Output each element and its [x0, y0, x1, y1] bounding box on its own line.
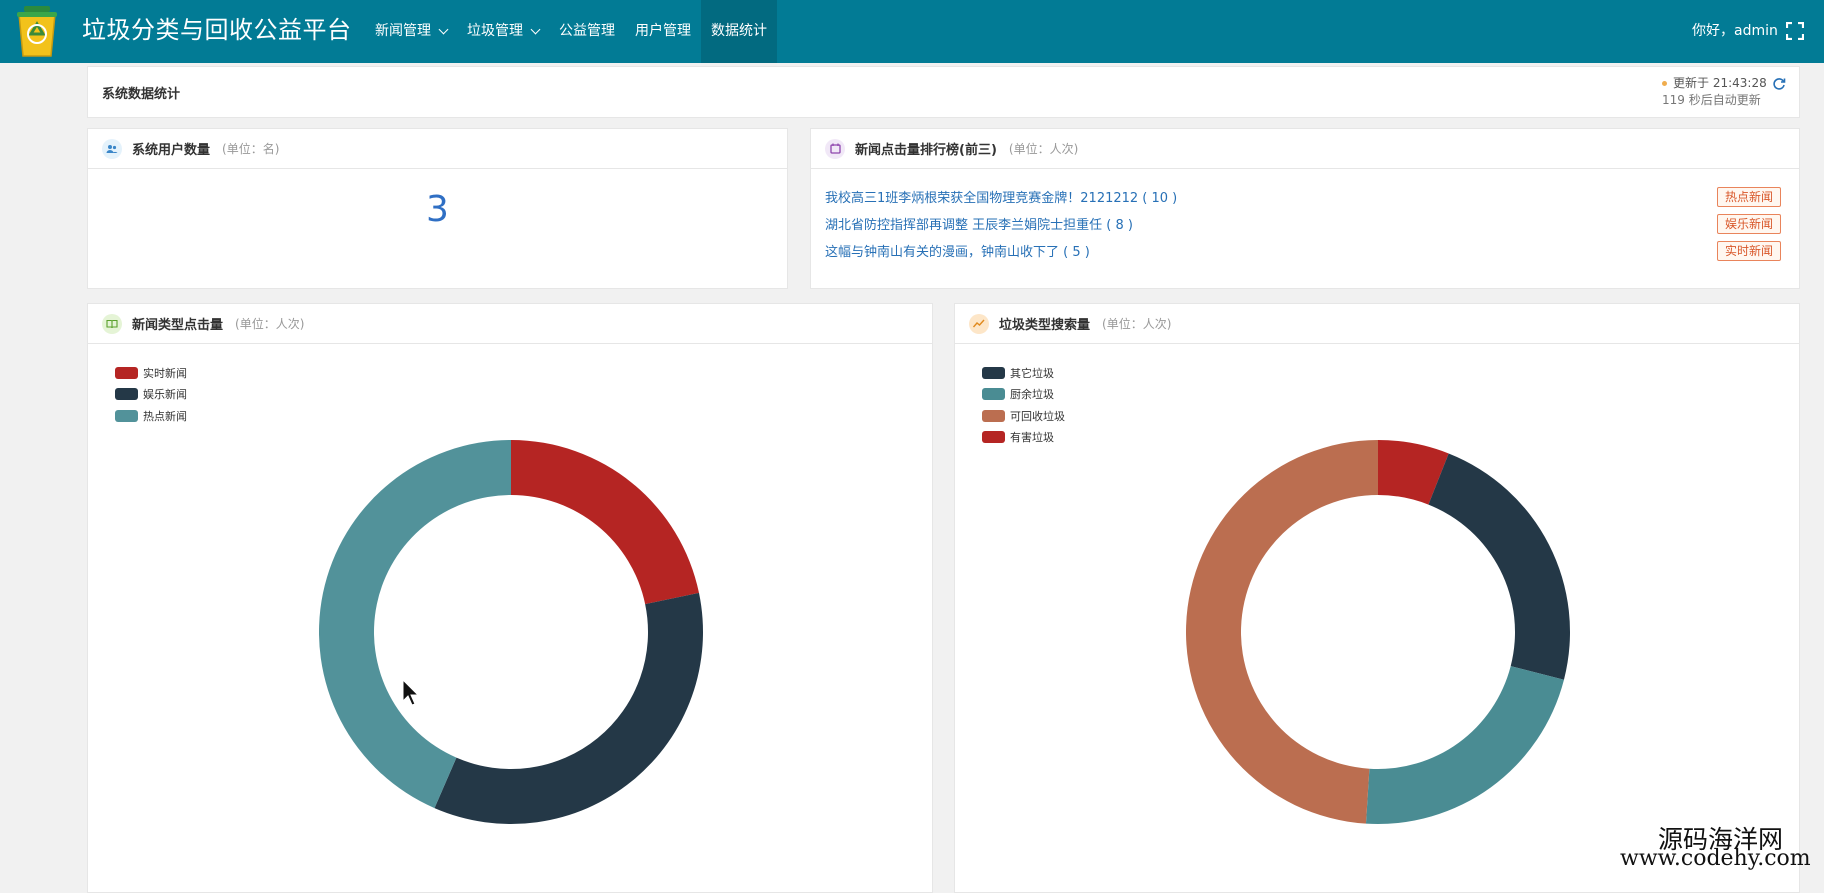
news-link[interactable]: 这幅与钟南山有关的漫画，钟南山收下了 ( 5 ) — [825, 245, 1090, 260]
chart-legend: 其它垃圾 厨余垃圾 可回收垃圾 有害垃圾 — [982, 362, 1065, 448]
user-greeting[interactable]: 你好，admin — [1692, 20, 1778, 40]
legend-swatch — [982, 431, 1005, 444]
recycle-bin-logo-icon — [17, 6, 57, 57]
news-link[interactable]: 我校高三1班李炳根荣获全国物理竞赛金牌！2121212 ( 10 ) — [825, 191, 1177, 206]
news-ranking-card: 新闻点击量排行榜(前三) (单位：人次) 我校高三1班李炳根荣获全国物理竞赛金牌… — [810, 128, 1800, 289]
nav-label: 用户管理 — [635, 23, 691, 39]
legend-swatch — [982, 409, 1005, 422]
legend-label: 娱乐新闻 — [143, 388, 187, 402]
chevron-down-icon — [530, 24, 541, 34]
legend-label: 实时新闻 — [143, 366, 187, 380]
stats-header-card: 系统数据统计 更新于 21:43:28 119 秒后自动更新 — [87, 66, 1800, 118]
pie-slice[interactable] — [1186, 440, 1378, 824]
pie-slice[interactable] — [1365, 666, 1564, 824]
nav-garbage-management[interactable]: 垃圾管理 — [457, 0, 549, 63]
legend-label: 可回收垃圾 — [1010, 409, 1065, 423]
refresh-icon[interactable] — [1772, 77, 1786, 91]
nav-user-management[interactable]: 用户管理 — [625, 0, 701, 63]
legend-item[interactable]: 有害垃圾 — [982, 427, 1065, 449]
category-badge: 实时新闻 — [1716, 241, 1781, 261]
mouse-cursor-icon — [402, 679, 420, 706]
status-dot-icon — [1662, 81, 1667, 86]
card-title: 垃圾类型搜索量 — [999, 318, 1091, 333]
card-title: 系统用户数量 — [132, 143, 211, 158]
legend-item[interactable]: 其它垃圾 — [982, 362, 1065, 384]
legend-label: 其它垃圾 — [1010, 366, 1054, 380]
card-title: 新闻点击量排行榜(前三) — [855, 143, 997, 158]
nav-label: 新闻管理 — [375, 23, 431, 39]
book-icon — [102, 313, 122, 334]
garbage-type-chart-card: 垃圾类型搜索量 (单位：人次) 其它垃圾 厨余垃圾 可回收垃圾 有害垃圾 — [954, 303, 1800, 893]
category-badge: 娱乐新闻 — [1716, 214, 1781, 234]
user-count-value: 3 — [426, 189, 449, 230]
legend-item[interactable]: 实时新闻 — [115, 362, 187, 384]
card-title: 新闻类型点击量 — [132, 318, 224, 333]
legend-item[interactable]: 娱乐新闻 — [115, 384, 187, 406]
nav-label: 垃圾管理 — [467, 23, 523, 39]
pie-slice[interactable] — [511, 440, 699, 605]
garbage-type-donut-chart — [1186, 440, 1570, 824]
stats-title: 系统数据统计 — [102, 87, 181, 102]
legend-label: 热点新闻 — [143, 409, 187, 423]
news-link[interactable]: 湖北省防控指挥部再调整 王辰李兰娟院士担重任 ( 8 ) — [825, 218, 1133, 233]
legend-swatch — [982, 366, 1005, 379]
card-header: 新闻点击量排行榜(前三) (单位：人次) — [811, 129, 1799, 169]
legend-label: 有害垃圾 — [1010, 431, 1054, 445]
list-item: 我校高三1班李炳根荣获全国物理竞赛金牌！2121212 ( 10 ) 热点新闻 — [825, 187, 1781, 214]
card-unit: (单位：人次) — [235, 317, 305, 331]
trend-icon — [969, 313, 989, 334]
update-status: 更新于 21:43:28 119 秒后自动更新 — [1662, 75, 1767, 109]
legend-item[interactable]: 可回收垃圾 — [982, 405, 1065, 427]
auto-refresh-countdown: 119 秒后自动更新 — [1662, 93, 1761, 107]
list-item: 湖北省防控指挥部再调整 王辰李兰娟院士担重任 ( 8 ) 娱乐新闻 — [825, 214, 1781, 241]
legend-swatch — [115, 388, 138, 401]
calendar-icon — [825, 138, 845, 159]
pie-slice[interactable] — [318, 440, 511, 809]
news-type-donut-chart — [318, 440, 703, 824]
users-icon — [102, 138, 122, 159]
legend-swatch — [115, 366, 138, 379]
nav-label: 公益管理 — [559, 23, 615, 39]
chart-legend: 实时新闻 娱乐新闻 热点新闻 — [115, 362, 187, 427]
main-nav: 新闻管理 垃圾管理 公益管理 用户管理 数据统计 — [365, 0, 777, 63]
pie-slice[interactable] — [1428, 453, 1570, 680]
nav-data-statistics[interactable]: 数据统计 — [701, 0, 777, 63]
legend-item[interactable]: 厨余垃圾 — [982, 384, 1065, 406]
chevron-down-icon — [438, 24, 449, 34]
card-unit: (单位：名) — [222, 142, 280, 156]
app-title: 垃圾分类与回收公益平台 — [82, 16, 352, 44]
news-type-chart-card: 新闻类型点击量 (单位：人次) 实时新闻 娱乐新闻 热点新闻 — [87, 303, 933, 893]
legend-swatch — [982, 388, 1005, 401]
nav-label: 数据统计 — [711, 23, 767, 39]
legend-swatch — [115, 409, 138, 422]
fullscreen-icon[interactable] — [1786, 22, 1804, 40]
list-item: 这幅与钟南山有关的漫画，钟南山收下了 ( 5 ) 实时新闻 — [825, 241, 1781, 268]
news-ranking-list: 我校高三1班李炳根荣获全国物理竞赛金牌！2121212 ( 10 ) 热点新闻 … — [825, 187, 1781, 268]
pie-slice[interactable] — [434, 592, 703, 824]
card-header: 系统用户数量 (单位：名) — [88, 129, 787, 169]
update-time: 更新于 21:43:28 — [1673, 76, 1767, 90]
category-badge: 热点新闻 — [1716, 187, 1781, 207]
watermark-url: www.codehy.com — [1620, 846, 1811, 871]
card-header: 新闻类型点击量 (单位：人次) — [88, 304, 932, 344]
legend-label: 厨余垃圾 — [1010, 388, 1054, 402]
card-unit: (单位：人次) — [1008, 142, 1079, 156]
legend-item[interactable]: 热点新闻 — [115, 405, 187, 427]
top-navbar: 垃圾分类与回收公益平台 新闻管理 垃圾管理 公益管理 用户管理 数据统计 你好，… — [0, 0, 1824, 63]
nav-news-management[interactable]: 新闻管理 — [365, 0, 457, 63]
nav-charity-management[interactable]: 公益管理 — [549, 0, 625, 63]
user-count-card: 系统用户数量 (单位：名) 3 — [87, 128, 788, 289]
card-header: 垃圾类型搜索量 (单位：人次) — [955, 304, 1799, 344]
card-unit: (单位：人次) — [1102, 317, 1172, 331]
